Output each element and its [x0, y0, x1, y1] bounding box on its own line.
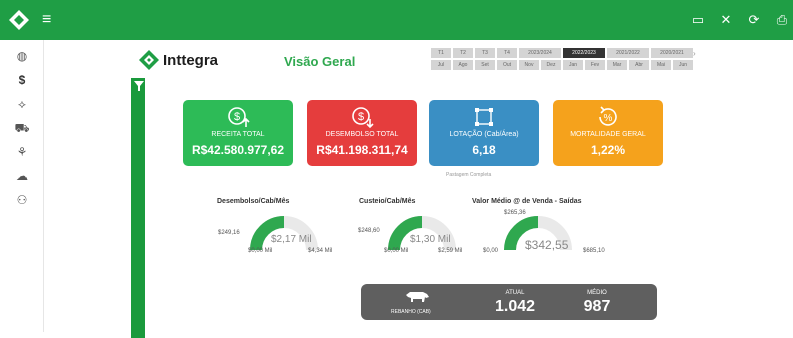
percent-icon: % [599, 106, 617, 126]
kpi-card-lotacao: LOTAÇÃO (Cab/Área) 6,18 [429, 100, 539, 166]
period-row2-6[interactable]: Jan [563, 60, 583, 70]
area-icon [475, 108, 493, 126]
gauge-max-label: $2,59 Mil [438, 248, 463, 254]
dollar-down-icon: $ [352, 107, 374, 129]
gauge-min-label: $0,00 Mil [384, 248, 409, 254]
period-row1-6[interactable]: 2021/2022 [607, 48, 649, 58]
page-title: Visão Geral [284, 54, 356, 69]
period-row2-4[interactable]: Nov [519, 60, 539, 70]
atual-label: ATUAL [505, 290, 525, 296]
brand-logo: Inttegra [139, 48, 218, 72]
gauge-value: $342,55 [525, 238, 569, 252]
svg-text:$: $ [358, 111, 364, 123]
period-row2-9[interactable]: Abr [629, 60, 649, 70]
refresh-icon[interactable]: ⟳ [747, 12, 761, 28]
lotacao-subtitle: Pastagem Completa [446, 172, 492, 178]
period-row1-4[interactable]: 2023/2024 [519, 48, 561, 58]
filter-icon[interactable] [134, 81, 144, 91]
period-row1-0[interactable]: T1 [431, 48, 451, 58]
sidebar: ◍ $ ⟡ ⛟ ⚘ ☁ ⚇ [0, 40, 44, 332]
period-slicer: T1 T2 T3 T4 2023/2024 2022/2023 2021/2022 2020/… [431, 48, 693, 70]
period-row1-2[interactable]: T3 [475, 48, 495, 58]
filter-pane-bar[interactable] [131, 78, 145, 338]
hamburger-menu-icon[interactable]: ≡ [42, 10, 51, 30]
users-icon[interactable]: ⚇ [12, 190, 32, 210]
period-row2-8[interactable]: Mar [607, 60, 627, 70]
kpi-value: 6,18 [472, 143, 496, 157]
period-row2-2[interactable]: Set [475, 60, 495, 70]
top-bar: ≡ ▭ ✕ ⟳ ⎙ [0, 0, 793, 40]
kpi-value: R$42.580.977,62 [191, 143, 285, 157]
kpi-label: LOTAÇÃO (Cab/Área) [449, 131, 519, 138]
kpi-card-desembolso: $ DESEMBOLSO TOTAL R$41.198.311,74 [307, 100, 417, 166]
svg-text:$: $ [234, 111, 240, 123]
cattle-icon [406, 292, 429, 302]
inttegra-logo-icon [139, 50, 159, 70]
gauge-max-label: $4,34 Mil [308, 248, 333, 254]
period-row2-3[interactable]: Out [497, 60, 517, 70]
gauge-target-label: $248,60 [358, 228, 380, 234]
gauge-value: $2,17 Mil [271, 234, 312, 245]
kpi-label: MORTALIDADE GERAL [570, 131, 646, 138]
close-icon[interactable]: ✕ [719, 12, 733, 28]
gauge-min-label: $0,00 Mil [248, 248, 273, 254]
period-row2-7[interactable]: Fev [585, 60, 605, 70]
period-row2-1[interactable]: Ago [453, 60, 473, 70]
app-logo-icon[interactable] [8, 9, 30, 31]
chevron-right-icon[interactable]: › [693, 49, 696, 58]
kpi-card-receita: $ RECEITA TOTAL R$42.580.977,62 [183, 100, 293, 166]
period-row2-5[interactable]: Dez [541, 60, 561, 70]
atual-value: 1.042 [495, 298, 536, 315]
gauge-title: Custeio/Cab/Mês [359, 198, 416, 205]
gauge-target-label: $249,16 [218, 230, 240, 236]
gauge-min-label: $0,00 [483, 248, 499, 254]
kpi-card-mortalidade: % MORTALIDADE GERAL 1,22% [553, 100, 663, 166]
period-row2-0[interactable]: Jul [431, 60, 451, 70]
report-canvas: Inttegra Visão Geral T1 T2 T3 T4 2023/2024 20… [44, 40, 793, 338]
brand-name: Inttegra [163, 51, 219, 69]
gauge-title: Valor Médio @ de Venda - Saídas [472, 198, 582, 205]
globe-icon[interactable]: ◍ [12, 46, 32, 66]
gauge-value: $1,30 Mil [410, 234, 451, 245]
kpi-value: R$41.198.311,74 [316, 143, 408, 157]
cloud-icon[interactable]: ☁ [12, 166, 32, 186]
gauge-max-label: $685,10 [583, 248, 605, 254]
svg-text:%: % [604, 113, 613, 124]
print-icon[interactable]: ⎙ [775, 12, 789, 28]
period-row1-1[interactable]: T2 [453, 48, 473, 58]
tag-icon[interactable]: ⟡ [12, 94, 32, 114]
report-page: Inttegra Visão Geral T1 T2 T3 T4 2023/2024 20… [131, 44, 745, 338]
kpi-label: RECEITA TOTAL [211, 131, 265, 138]
rebanho-label: REBANHO (CAB) [391, 309, 431, 315]
medio-label: MÉDIO [587, 290, 607, 296]
gauge-target-label: $265,36 [504, 210, 526, 216]
medio-value: 987 [583, 298, 611, 315]
gauge-title: Desembolso/Cab/Mês [217, 198, 290, 205]
period-row1-7[interactable]: 2020/2021 [651, 48, 693, 58]
kpi-label: DESEMBOLSO TOTAL [325, 131, 399, 138]
period-row1-3[interactable]: T4 [497, 48, 517, 58]
kpi-value: 1,22% [590, 143, 626, 157]
period-row2-10[interactable]: Mai [651, 60, 671, 70]
dollar-up-icon: $ [228, 107, 250, 127]
plant-icon[interactable]: ⚘ [12, 142, 32, 162]
truck-icon[interactable]: ⛟ [12, 118, 32, 138]
dollar-icon[interactable]: $ [12, 70, 32, 90]
period-row2-11[interactable]: Jun [673, 60, 693, 70]
period-row1-5[interactable]: 2022/2023 [563, 48, 605, 58]
chat-icon[interactable]: ▭ [691, 12, 705, 28]
rebanho-panel: REBANHO (CAB) ATUAL 1.042 MÉDIO 987 [361, 284, 657, 320]
